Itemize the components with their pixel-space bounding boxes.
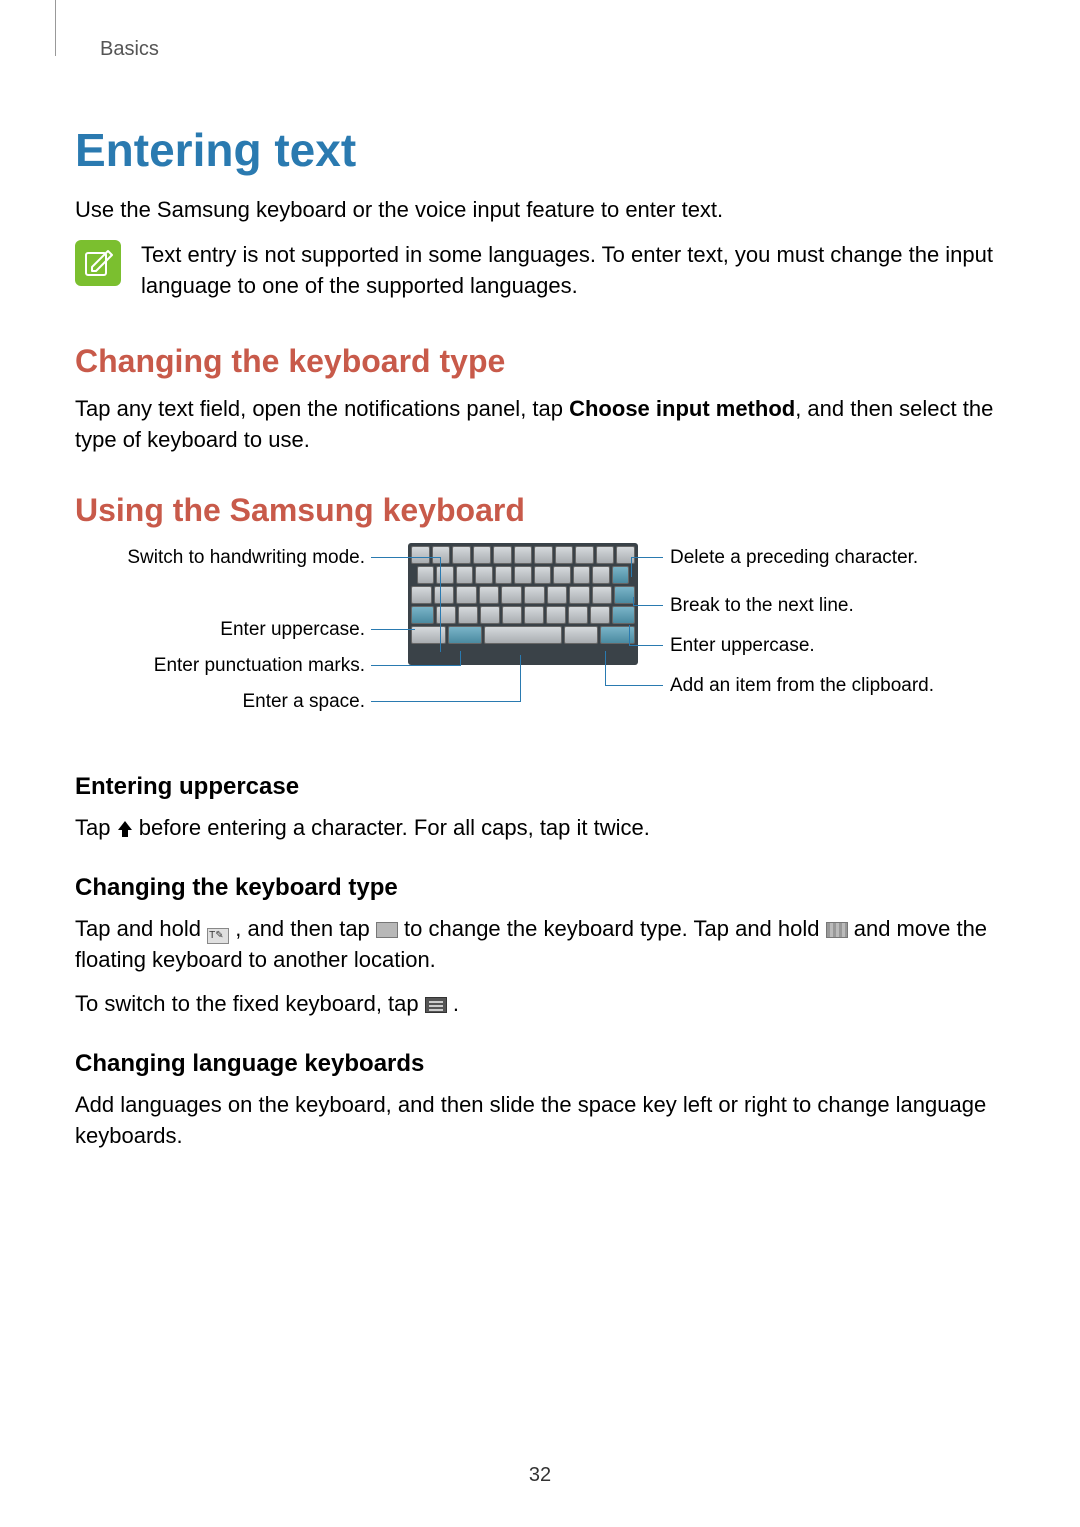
sub2-body2: To switch to the fixed keyboard, tap . — [75, 989, 1005, 1020]
text: Tap and hold — [75, 916, 207, 941]
floating-handle-icon — [826, 922, 848, 938]
sub-heading: Changing language keyboards — [75, 1050, 1005, 1078]
page-margin-rule — [55, 0, 56, 56]
sub-heading: Changing the keyboard type — [75, 874, 1005, 902]
callout-nextline: Break to the next line. — [670, 595, 854, 617]
sub-changing-language-keyboards: Changing language keyboards Add language… — [75, 1050, 1005, 1152]
page-content: Basics Entering text Use the Samsung key… — [0, 0, 1080, 1152]
keyboard-move-icon — [376, 922, 398, 938]
callout-punctuation: Enter punctuation marks. — [75, 655, 365, 677]
section-changing-keyboard-type: Changing the keyboard type Tap any text … — [75, 343, 1005, 456]
text: , and then tap — [235, 916, 376, 941]
sub3-body: Add languages on the keyboard, and then … — [75, 1090, 1005, 1152]
pencil-note-icon — [82, 247, 114, 279]
keyboard-image — [408, 543, 638, 665]
section-heading: Changing the keyboard type — [75, 343, 1005, 380]
callout-uppercase-right: Enter uppercase. — [670, 635, 815, 657]
text: . — [453, 991, 459, 1016]
t-pen-icon: T✎ — [207, 928, 229, 944]
note-icon — [75, 240, 121, 286]
chapter-label: Basics — [100, 38, 1005, 61]
page-title: Entering text — [75, 123, 1005, 177]
bold-text: Choose input method — [569, 396, 795, 421]
sub-entering-uppercase: Entering uppercase Tap before entering a… — [75, 773, 1005, 844]
section-heading: Using the Samsung keyboard — [75, 492, 1005, 529]
sub2-body1: Tap and hold T✎ , and then tap to change… — [75, 914, 1005, 976]
intro-text: Use the Samsung keyboard or the voice in… — [75, 195, 1005, 226]
callout-handwriting: Switch to handwriting mode. — [75, 547, 365, 569]
sub1-body: Tap before entering a character. For all… — [75, 813, 1005, 844]
note-callout: Text entry is not supported in some lang… — [75, 240, 1005, 302]
section1-body: Tap any text field, open the notificatio… — [75, 394, 1005, 456]
callout-uppercase-left: Enter uppercase. — [75, 619, 365, 641]
section-using-samsung-keyboard: Using the Samsung keyboard — [75, 492, 1005, 1152]
callout-delete: Delete a preceding character. — [670, 547, 918, 569]
text: Tap any text field, open the notificatio… — [75, 396, 569, 421]
text: To switch to the fixed keyboard, tap — [75, 991, 425, 1016]
fixed-keyboard-icon — [425, 997, 447, 1013]
keyboard-diagram: Switch to handwriting mode. Enter upperc… — [75, 543, 975, 743]
page-number: 32 — [0, 1464, 1080, 1487]
text: Tap — [75, 815, 117, 840]
text: to change the keyboard type. Tap and hol… — [404, 916, 826, 941]
note-text: Text entry is not supported in some lang… — [141, 240, 1005, 302]
shift-icon — [117, 816, 133, 834]
callout-space: Enter a space. — [75, 691, 365, 713]
callout-clipboard: Add an item from the clipboard. — [670, 675, 934, 697]
text: before entering a character. For all cap… — [139, 815, 650, 840]
sub-heading: Entering uppercase — [75, 773, 1005, 801]
sub-changing-keyboard-type: Changing the keyboard type Tap and hold … — [75, 874, 1005, 1020]
